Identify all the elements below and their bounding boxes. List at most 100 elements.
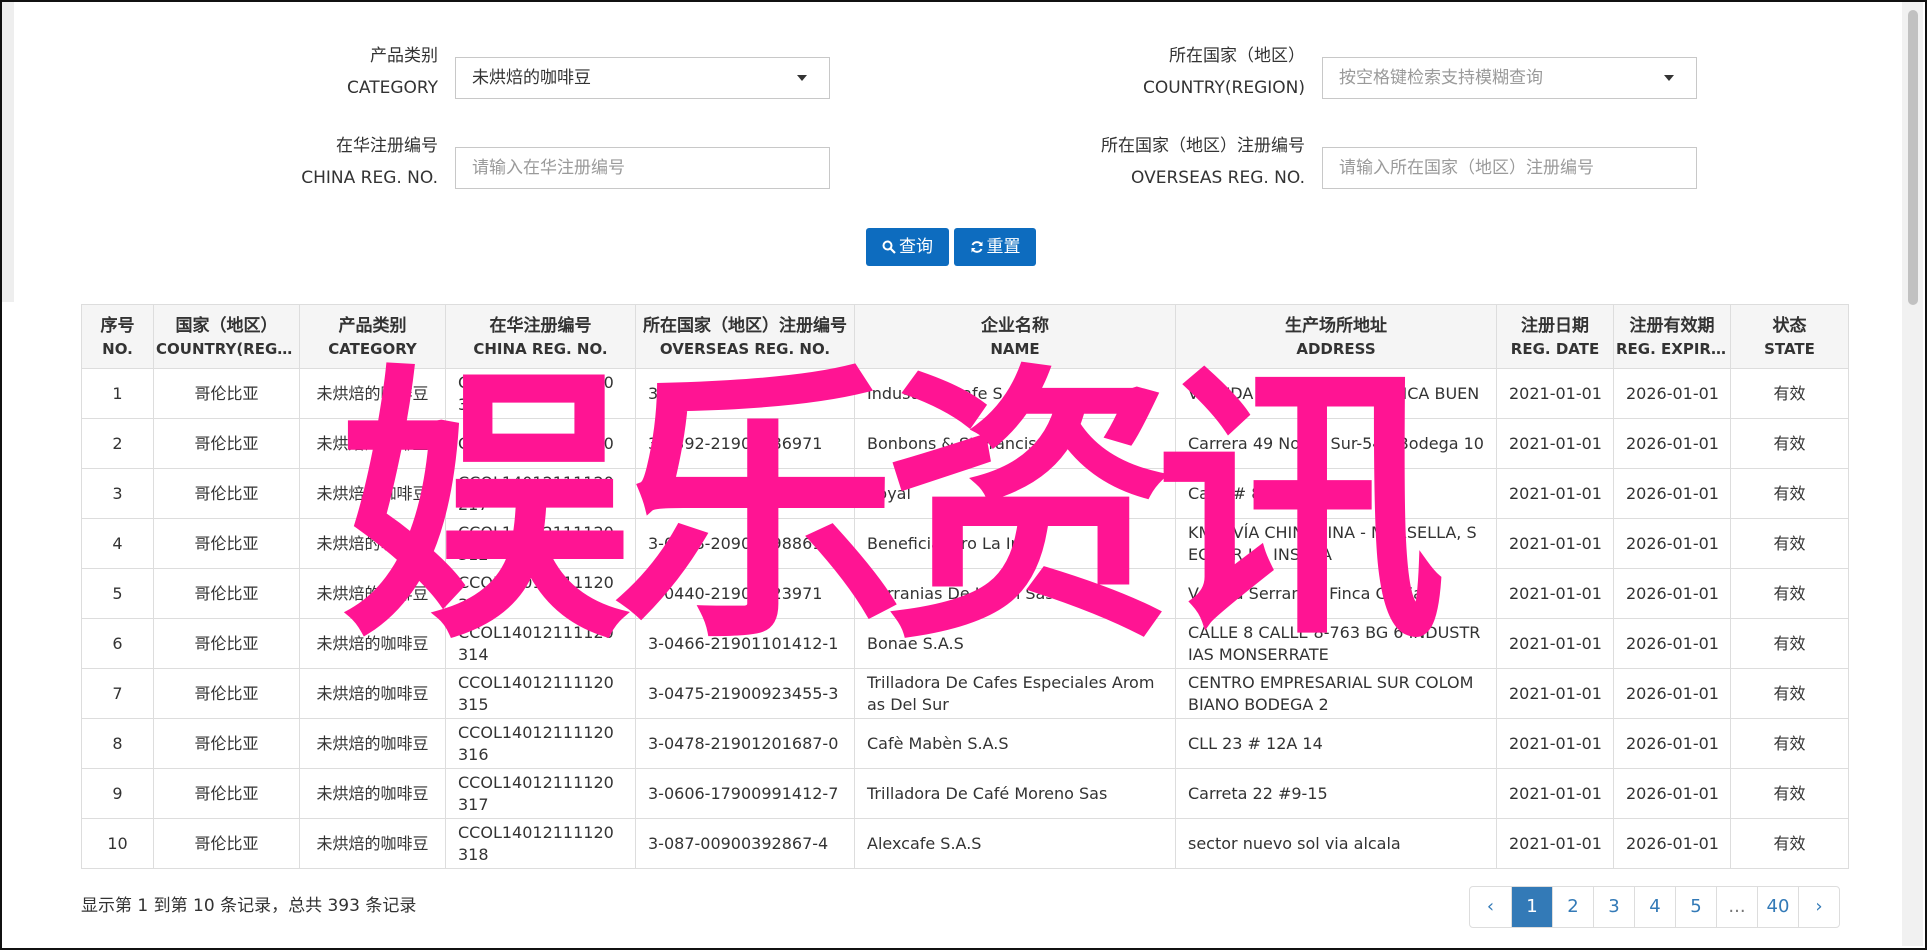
page-3[interactable]: 3 — [1593, 887, 1634, 927]
country-label-en: COUNTRY(REGION) — [1142, 78, 1305, 98]
cell-state: 有效 — [1730, 568, 1849, 619]
china-reg-placeholder: 请输入在华注册编号 — [472, 158, 625, 178]
country-label: 所在国家（地区） COUNTRY(REGION) — [1000, 40, 1305, 104]
cell-country: 哥伦比亚 — [153, 418, 300, 469]
cell-address: CLL 23 # 12A 14 — [1175, 718, 1497, 769]
page-edge — [2, 2, 14, 302]
cell-state: 有效 — [1730, 418, 1849, 469]
watermark-overlay: 娱乐资讯 — [340, 341, 1446, 678]
cell-overseas-reg: 3-0606-17900991412-7 — [635, 768, 855, 819]
cell-state: 有效 — [1730, 718, 1849, 769]
category-label-zh: 产品类别 — [370, 46, 438, 66]
cell-country: 哥伦比亚 — [153, 768, 300, 819]
cell-country: 哥伦比亚 — [153, 618, 300, 669]
china-reg-input[interactable]: 请输入在华注册编号 — [455, 147, 830, 189]
cell-reg-expire: 2026-01-01 — [1613, 718, 1731, 769]
cell-china-reg: CCOL14012111120318 — [445, 818, 636, 869]
china-reg-label-zh: 在华注册编号 — [336, 136, 438, 156]
cell-category: 未烘焙的咖啡豆 — [299, 768, 446, 819]
cell-no: 7 — [81, 668, 154, 719]
scrollbar-thumb[interactable] — [1908, 10, 1918, 305]
page-40[interactable]: 40 — [1757, 887, 1798, 927]
cell-no: 5 — [81, 568, 154, 619]
page-ellipsis: ... — [1716, 887, 1757, 927]
overseas-reg-label-zh: 所在国家（地区）注册编号 — [1101, 136, 1305, 156]
cell-state: 有效 — [1730, 668, 1849, 719]
refresh-icon — [971, 241, 982, 253]
page-2[interactable]: 2 — [1552, 887, 1593, 927]
cell-address: sector nuevo sol via alcala — [1175, 818, 1497, 869]
cell-category: 未烘焙的咖啡豆 — [299, 718, 446, 769]
cell-category: 未烘焙的咖啡豆 — [299, 818, 446, 869]
country-label-zh: 所在国家（地区） — [1169, 46, 1305, 66]
cell-country: 哥伦比亚 — [153, 668, 300, 719]
page-5[interactable]: 5 — [1675, 887, 1716, 927]
overseas-reg-label: 所在国家（地区）注册编号 OVERSEAS REG. NO. — [1000, 130, 1305, 194]
col-header-no[interactable]: 序号 NO. — [81, 304, 154, 369]
page-4[interactable]: 4 — [1634, 887, 1675, 927]
cell-reg-expire: 2026-01-01 — [1613, 818, 1731, 869]
prev-page-button[interactable]: ‹ — [1470, 887, 1511, 927]
col-header-state[interactable]: 状态 STATE — [1730, 304, 1849, 369]
overseas-reg-placeholder: 请输入所在国家（地区）注册编号 — [1339, 158, 1594, 178]
country-select-placeholder: 按空格键检索支持模糊查询 — [1339, 68, 1543, 88]
cell-state: 有效 — [1730, 468, 1849, 519]
overseas-reg-input[interactable]: 请输入所在国家（地区）注册编号 — [1322, 147, 1697, 189]
cell-reg-expire: 2026-01-01 — [1613, 518, 1731, 569]
cell-no: 10 — [81, 818, 154, 869]
cell-reg-date: 2021-01-01 — [1496, 718, 1614, 769]
cell-no: 6 — [81, 618, 154, 669]
cell-no: 1 — [81, 368, 154, 419]
cell-country: 哥伦比亚 — [153, 468, 300, 519]
country-select[interactable]: 按空格键检索支持模糊查询 — [1322, 57, 1697, 99]
cell-reg-date: 2021-01-01 — [1496, 368, 1614, 419]
table-row[interactable]: 8 哥伦比亚 未烘焙的咖啡豆 CCOL14012111120316 3-0478-219… — [81, 718, 1849, 769]
cell-state: 有效 — [1730, 818, 1849, 869]
cell-overseas-reg: 3-087-00900392867-4 — [635, 818, 855, 869]
category-select[interactable]: 未烘焙的咖啡豆 — [455, 57, 830, 99]
cell-reg-expire: 2026-01-01 — [1613, 618, 1731, 669]
cell-country: 哥伦比亚 — [153, 568, 300, 619]
col-header-reg-expire[interactable]: 注册有效期REG. EXPIRE ... — [1613, 304, 1731, 369]
col-header-reg-date[interactable]: 注册日期 REG. DATE — [1496, 304, 1614, 369]
cell-reg-date: 2021-01-01 — [1496, 468, 1614, 519]
cell-state: 有效 — [1730, 368, 1849, 419]
record-summary: 显示第 1 到第 10 条记录，总共 393 条记录 — [81, 896, 417, 916]
cell-reg-date: 2021-01-01 — [1496, 418, 1614, 469]
cell-country: 哥伦比亚 — [153, 368, 300, 419]
cell-no: 3 — [81, 468, 154, 519]
cell-reg-expire: 2026-01-01 — [1613, 668, 1731, 719]
page-1[interactable]: 1 — [1511, 887, 1552, 927]
search-icon — [882, 240, 896, 254]
cell-reg-date: 2021-01-01 — [1496, 668, 1614, 719]
table-row[interactable]: 10 哥伦比亚 未烘焙的咖啡豆 CCOL14012111120318 3-087-009… — [81, 818, 1849, 869]
cell-reg-expire: 2026-01-01 — [1613, 368, 1731, 419]
cell-state: 有效 — [1730, 768, 1849, 819]
category-select-value: 未烘焙的咖啡豆 — [472, 68, 591, 88]
cell-reg-date: 2021-01-01 — [1496, 818, 1614, 869]
overseas-reg-label-en: OVERSEAS REG. NO. — [1131, 168, 1305, 188]
cell-no: 9 — [81, 768, 154, 819]
cell-reg-date: 2021-01-01 — [1496, 618, 1614, 669]
cell-country: 哥伦比亚 — [153, 818, 300, 869]
cell-overseas-reg: 3-0478-21901201687-0 — [635, 718, 855, 769]
category-label-en: CATEGORY — [347, 78, 438, 98]
cell-reg-expire: 2026-01-01 — [1613, 468, 1731, 519]
china-reg-label: 在华注册编号 CHINA REG. NO. — [250, 130, 438, 194]
cell-reg-expire: 2026-01-01 — [1613, 568, 1731, 619]
cell-reg-date: 2021-01-01 — [1496, 518, 1614, 569]
pagination: ‹ 1 2 3 4 5... 40 › — [1469, 886, 1840, 928]
query-button[interactable]: 查询 — [866, 228, 949, 266]
chevron-down-icon — [797, 75, 807, 81]
cell-state: 有效 — [1730, 518, 1849, 569]
chevron-down-icon — [1664, 75, 1674, 81]
next-page-button[interactable]: › — [1798, 887, 1839, 927]
cell-state: 有效 — [1730, 618, 1849, 669]
table-row[interactable]: 9 哥伦比亚 未烘焙的咖啡豆 CCOL14012111120317 3-0606-179… — [81, 768, 1849, 819]
col-header-country[interactable]: 国家（地区） COUNTRY(REGIO... — [153, 304, 300, 369]
cell-name: Cafè Mabèn S.A.S — [854, 718, 1176, 769]
reset-button[interactable]: 重置 — [954, 228, 1036, 266]
cell-no: 8 — [81, 718, 154, 769]
cell-reg-expire: 2026-01-01 — [1613, 418, 1731, 469]
reset-button-label: 重置 — [986, 237, 1021, 257]
